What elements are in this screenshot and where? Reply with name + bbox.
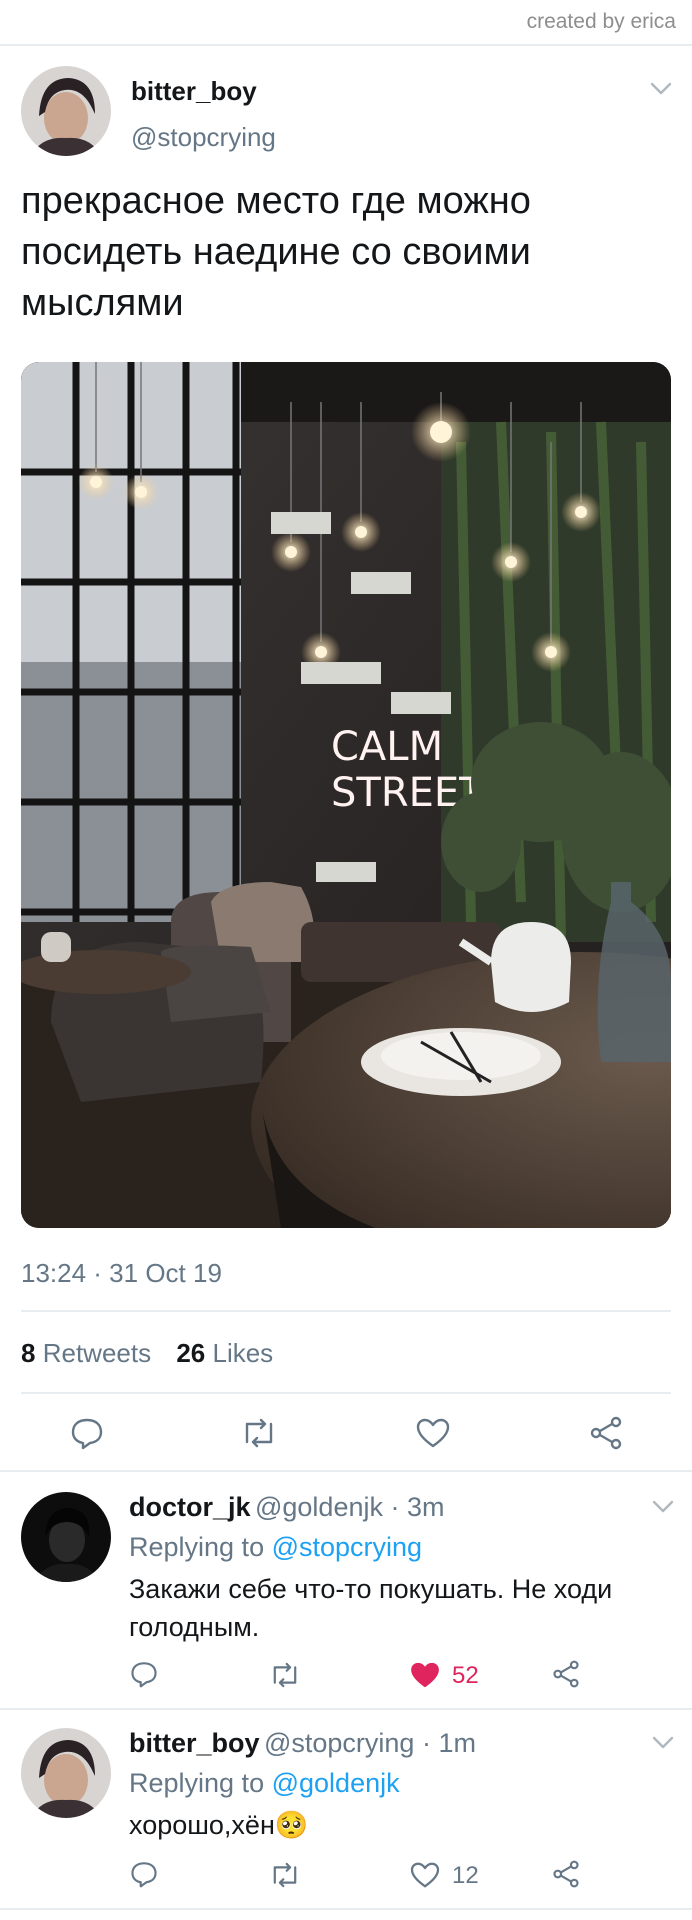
replying-to-link[interactable]: @stopcrying	[272, 1532, 422, 1562]
replying-to-link[interactable]: @goldenjk	[272, 1768, 400, 1798]
author-handle[interactable]: @stopcrying	[131, 122, 276, 153]
retweet-icon[interactable]	[268, 1862, 302, 1888]
chevron-down-icon[interactable]	[652, 1500, 678, 1516]
retweets-count: 8	[21, 1338, 36, 1368]
divider	[0, 1470, 692, 1472]
replying-to: Replying to @stopcrying	[129, 1532, 422, 1563]
chevron-down-icon[interactable]	[650, 82, 676, 98]
reply-header: bitter_boy @stopcrying · 1m	[129, 1728, 476, 1759]
pleading-face-emoji: 🥺	[274, 1810, 309, 1840]
heart-icon[interactable]	[410, 1662, 440, 1688]
share-icon[interactable]	[552, 1660, 580, 1688]
reply-author-meta[interactable]: @stopcrying · 1m	[264, 1728, 476, 1758]
share-icon[interactable]	[552, 1860, 580, 1888]
reply-avatar[interactable]	[21, 1492, 111, 1582]
avatar[interactable]	[21, 66, 111, 156]
heart-icon[interactable]	[410, 1862, 440, 1888]
tweet-text: прекрасное место где можно посидеть наед…	[21, 180, 531, 324]
reply-header: doctor_jk @goldenjk · 3m	[129, 1492, 444, 1523]
replying-label: Replying to	[129, 1768, 265, 1798]
reply-text-content: хорошо,хён	[129, 1810, 275, 1840]
author-name[interactable]: bitter_boy	[131, 76, 257, 107]
reply-text: хорошо,хён🥺	[129, 1806, 659, 1844]
credit-text: created by erica	[526, 10, 676, 33]
replying-label: Replying to	[129, 1532, 265, 1562]
heart-icon[interactable]	[416, 1418, 450, 1448]
reply-author-meta[interactable]: @goldenjk · 3m	[255, 1492, 445, 1522]
tweet-timestamp[interactable]: 13:24 · 31 Oct 19	[21, 1258, 222, 1289]
retweets-stat[interactable]: 8 Retweets	[21, 1338, 151, 1368]
comment-icon[interactable]	[130, 1860, 158, 1888]
neon-sign-line1: CALM	[331, 724, 443, 770]
reply-like-count: 12	[452, 1862, 479, 1889]
likes-count: 26	[176, 1338, 206, 1368]
divider	[0, 1908, 692, 1910]
share-icon[interactable]	[589, 1416, 623, 1450]
retweets-label: Retweets	[42, 1338, 152, 1368]
replying-to: Replying to @goldenjk	[129, 1768, 400, 1799]
divider	[0, 1708, 692, 1710]
tweet-stats: 8 Retweets 26 Likes	[21, 1338, 273, 1369]
reply-avatar[interactable]	[21, 1728, 111, 1818]
likes-stat[interactable]: 26 Likes	[176, 1338, 273, 1368]
likes-label: Likes	[212, 1338, 274, 1368]
retweet-icon[interactable]	[239, 1418, 279, 1448]
divider	[21, 1392, 671, 1394]
comment-icon[interactable]	[70, 1416, 104, 1450]
retweet-icon[interactable]	[268, 1662, 302, 1688]
top-divider	[0, 44, 692, 46]
reply-author-name[interactable]: bitter_boy	[129, 1728, 260, 1758]
tweet-photo[interactable]: CALM STREET	[21, 362, 671, 1228]
comment-icon[interactable]	[130, 1660, 158, 1688]
reply-like-count: 52	[452, 1662, 479, 1689]
reply-text: Закажи себе что-то покушать. Не ходи гол…	[129, 1574, 613, 1642]
chevron-down-icon[interactable]	[652, 1736, 678, 1752]
divider	[21, 1310, 671, 1312]
reply-author-name[interactable]: doctor_jk	[129, 1492, 251, 1522]
